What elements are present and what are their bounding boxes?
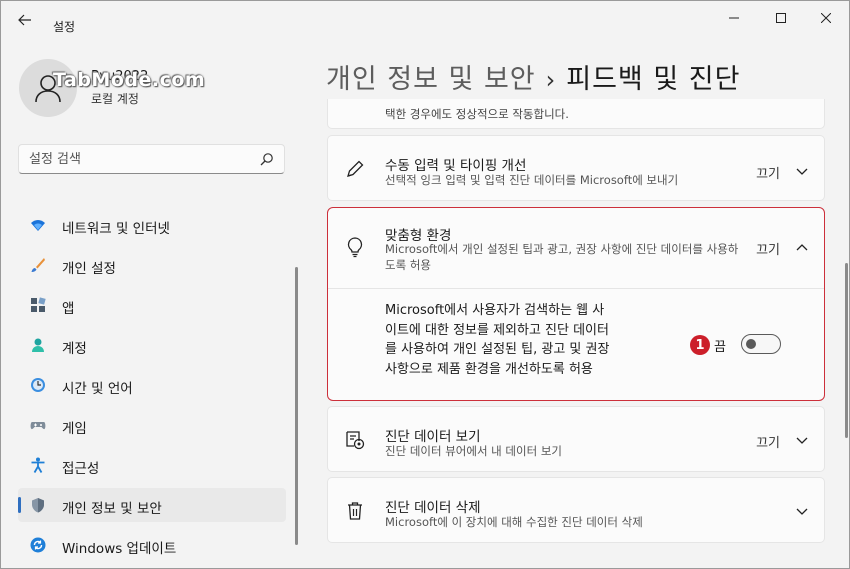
setting-description: Microsoft에 이 장치에 대해 수집한 진단 데이터 삭제 [385,515,643,529]
chevron-up-icon[interactable] [795,241,809,255]
setting-title: 진단 데이터 보기 [385,429,481,445]
setting-title: 수동 입력 및 타이핑 개선 [385,158,527,174]
sidebar-item-label: 게임 [62,421,87,437]
search-icon[interactable] [260,152,274,166]
chevron-down-icon[interactable] [795,504,809,518]
setting-description: 택한 경우에도 정상적으로 작동합니다. [385,107,569,121]
settings-window: 설정 Ryu2022 로컬 계정 TabMode.com 설정 검색 네트워크 … [0,0,850,569]
setting-description: 진단 데이터 뷰어에서 내 데이터 보기 [385,444,562,458]
setting-handwriting-typing[interactable]: 수동 입력 및 타이핑 개선 선택적 잉크 입력 및 입력 진단 데이터를 Mi… [327,135,825,201]
sidebar-item-label: 시간 및 언어 [62,381,133,397]
shield-icon [32,498,44,513]
content-scrollbar[interactable] [845,263,848,438]
accessibility-icon [31,457,45,473]
sidebar-item-gaming[interactable]: 게임 [18,408,286,442]
setting-view-diagnostic-data[interactable]: 진단 데이터 보기 진단 데이터 뷰어에서 내 데이터 보기 끄기 [327,406,825,472]
setting-delete-diagnostic-data[interactable]: 진단 데이터 삭제 Microsoft에 이 장치에 대해 수집한 진단 데이터… [327,477,825,543]
step-badge: 1 [690,335,710,355]
sidebar-item-label: 접근성 [62,461,100,477]
minimize-button[interactable] [711,1,757,35]
sidebar-item-label: 네트워크 및 인터넷 [62,221,170,237]
setting-tailored-experiences: 맞춤형 환경 Microsoft에서 개인 설정된 팁과 광고, 권장 사항에 … [327,207,825,401]
setting-description: 선택적 잉크 입력 및 입력 진단 데이터를 Microsoft에 보내기 [385,173,679,187]
sidebar-item-windows-update[interactable]: Windows 업데이트 [18,528,286,562]
setting-description: Microsoft에서 개인 설정된 팁과 광고, 권장 사항에 진단 데이터를… [385,242,739,272]
setting-sub-description: Microsoft에서 사용자가 검색하는 웹 사이트에 대한 정보를 제외하고… [385,303,610,377]
breadcrumb-separator: › [545,66,557,94]
divider [328,288,824,289]
sidebar-item-label: 계정 [62,341,87,357]
sidebar-item-privacy-security[interactable]: 개인 정보 및 보안 [18,488,286,522]
title-bar: 설정 [1,1,849,39]
person-icon [32,338,44,352]
watermark: TabMode.com [53,69,206,91]
close-icon [821,13,831,23]
maximize-icon [776,13,786,23]
page-title: 피드백 및 진단 [566,64,741,95]
trash-icon [348,502,362,520]
account-type: 로컬 계정 [91,92,139,106]
chevron-down-icon[interactable] [795,433,809,447]
pen-icon [347,160,364,177]
sidebar-item-time-language[interactable]: 시간 및 언어 [18,368,286,402]
sidebar-item-accounts[interactable]: 계정 [18,328,286,362]
breadcrumb: 개인 정보 및 보안 › 피드백 및 진단 [326,57,740,96]
sidebar-item-network[interactable]: 네트워크 및 인터넷 [18,208,286,242]
sidebar-item-label: 개인 정보 및 보안 [62,501,162,517]
clock-globe-icon [31,378,45,392]
gamepad-icon [30,422,46,430]
close-button[interactable] [803,1,849,35]
chevron-down-icon[interactable] [795,164,809,178]
toggle-label: 끔 [714,340,726,355]
setting-title: 진단 데이터 삭제 [385,500,481,516]
minimize-icon [729,17,739,19]
sidebar-item-label: 개인 설정 [62,261,116,277]
setting-state: 끄기 [756,167,780,182]
sidebar: Ryu2022 로컬 계정 TabMode.com 네트워크 및 인터넷 개인 … [1,39,301,568]
wifi-icon [31,220,45,231]
brush-icon [31,258,45,272]
back-button[interactable] [13,10,37,30]
sidebar-item-label: 앱 [62,301,75,317]
apps-icon [31,297,46,312]
search-input[interactable] [29,150,249,168]
sidebar-item-accessibility[interactable]: 접근성 [18,448,286,482]
partial-setting-card: 택한 경우에도 정상적으로 작동합니다. [327,99,825,129]
tailored-experiences-toggle[interactable] [741,334,781,354]
setting-state: 끄기 [756,436,780,451]
maximize-button[interactable] [758,1,804,35]
breadcrumb-parent[interactable]: 개인 정보 및 보안 [326,64,536,95]
data-viewer-icon [346,431,365,450]
lightbulb-icon [347,237,363,258]
arrow-left-icon [18,14,31,26]
sidebar-item-apps[interactable]: 앱 [18,288,286,322]
sidebar-scrollbar[interactable] [295,267,298,545]
app-title: 설정 [53,20,76,34]
sidebar-item-personalization[interactable]: 개인 설정 [18,248,286,282]
search-box [18,144,285,174]
update-icon [30,537,46,553]
setting-state: 끄기 [756,243,780,258]
sidebar-item-label: Windows 업데이트 [62,541,177,557]
